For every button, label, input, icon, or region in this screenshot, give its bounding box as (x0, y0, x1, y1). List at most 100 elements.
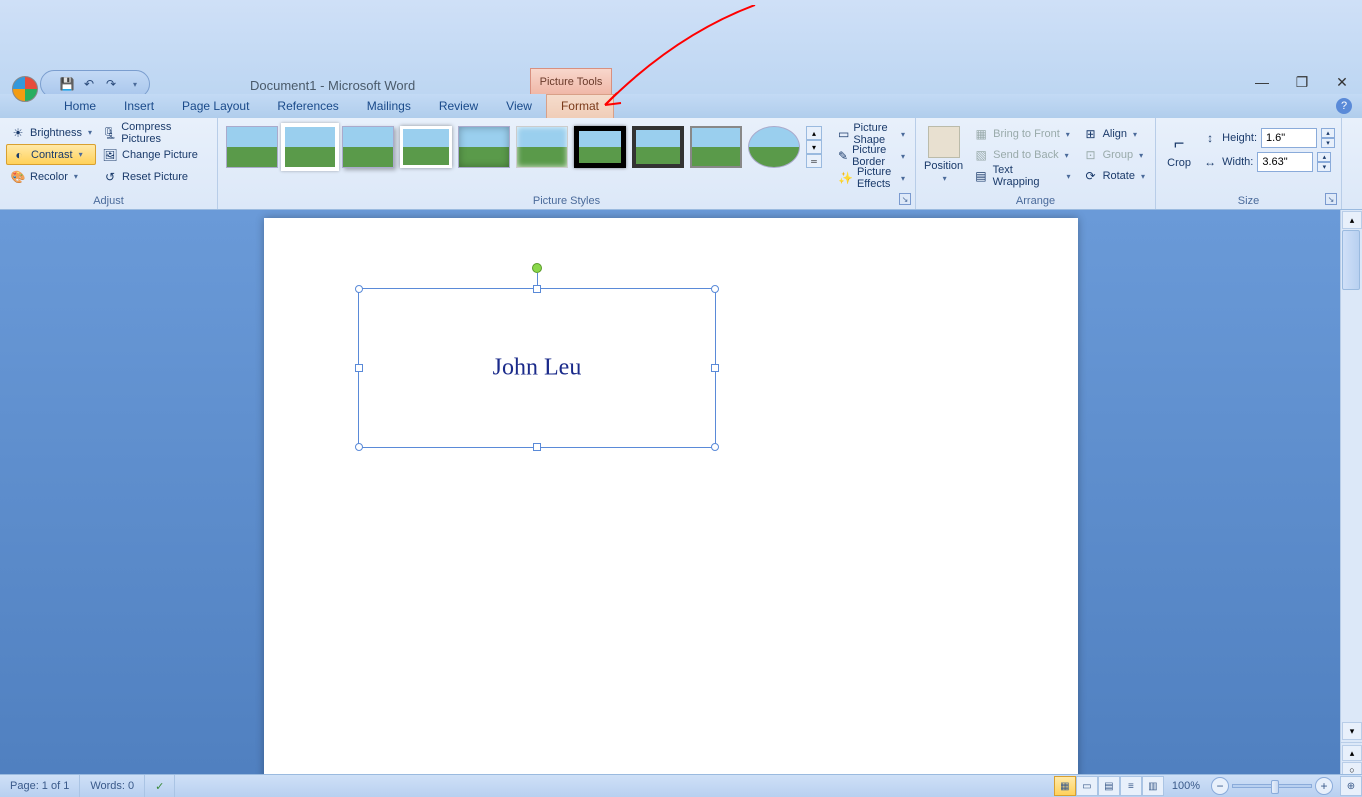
handle-s[interactable] (533, 443, 541, 451)
send-back-icon: ▧ (973, 147, 989, 163)
chevron-down-icon: ▾ (901, 152, 905, 161)
window-controls: — ❐ ✕ (1252, 72, 1352, 92)
minimize-button[interactable]: — (1252, 72, 1272, 92)
brightness-button[interactable]: ☀Brightness▾ (6, 122, 96, 143)
zoom-level[interactable]: 100% (1164, 780, 1208, 792)
height-input[interactable] (1261, 128, 1317, 148)
handle-sw[interactable] (355, 443, 363, 451)
style-thumb-10[interactable] (748, 126, 800, 168)
gallery-down-button[interactable]: ▾ (806, 140, 822, 154)
word-count[interactable]: Words: 0 (80, 775, 145, 797)
page-status[interactable]: Page: 1 of 1 (0, 775, 80, 797)
qat-customize-icon[interactable]: ▾ (127, 76, 143, 92)
align-icon: ⊞ (1083, 126, 1099, 142)
change-picture-button[interactable]: 🖼Change Picture (98, 144, 211, 165)
outline-view[interactable]: ≡ (1120, 776, 1142, 796)
height-up[interactable]: ▴ (1321, 128, 1335, 138)
gallery-scroll: ▴ ▾ ═ (806, 126, 822, 168)
handle-e[interactable] (711, 364, 719, 372)
undo-icon[interactable]: ↶ (81, 76, 97, 92)
scroll-up-button[interactable]: ▴ (1342, 211, 1362, 229)
height-down[interactable]: ▾ (1321, 138, 1335, 148)
position-button[interactable]: Position ▾ (922, 124, 965, 186)
scroll-down-button[interactable]: ▾ (1342, 722, 1362, 740)
style-thumb-4[interactable] (400, 126, 452, 168)
picture-shape-button[interactable]: ▭Picture Shape▾ (834, 124, 909, 144)
crop-button[interactable]: ⌐ Crop (1162, 131, 1196, 169)
picture-border-button[interactable]: ✎Picture Border▾ (834, 146, 909, 166)
style-thumb-1[interactable] (226, 126, 278, 168)
styles-dialog-launcher[interactable]: ↘ (899, 193, 911, 205)
zoom-slider[interactable] (1232, 784, 1312, 788)
bring-to-front-button[interactable]: ▦Bring to Front▾ (969, 124, 1074, 144)
zoom-in-button[interactable]: + (1315, 777, 1333, 795)
scroll-thumb[interactable] (1342, 230, 1360, 290)
size-dialog-launcher[interactable]: ↘ (1325, 193, 1337, 205)
draft-view[interactable]: ▥ (1142, 776, 1164, 796)
contrast-button[interactable]: ◐Contrast▾ (6, 144, 96, 165)
scroll-track[interactable] (1341, 291, 1362, 721)
send-to-back-button[interactable]: ▧Send to Back▾ (969, 145, 1074, 165)
full-screen-view[interactable]: ▭ (1076, 776, 1098, 796)
maximize-button[interactable]: ❐ (1292, 72, 1312, 92)
help-icon[interactable]: ? (1336, 98, 1352, 114)
width-input[interactable] (1257, 152, 1313, 172)
picture-effects-button[interactable]: ✨Picture Effects▾ (834, 168, 909, 188)
redo-icon[interactable]: ↷ (103, 76, 119, 92)
print-layout-view[interactable]: ▦ (1054, 776, 1076, 796)
style-thumb-7[interactable] (574, 126, 626, 168)
style-thumb-6[interactable] (516, 126, 568, 168)
style-thumb-3[interactable] (342, 126, 394, 168)
tab-page-layout[interactable]: Page Layout (168, 94, 263, 118)
vertical-scrollbar: ▴ ▾ ▴ ○ ▾ (1340, 210, 1362, 774)
compress-icon: 🗜 (102, 125, 117, 141)
zoom-out-button[interactable]: − (1211, 777, 1229, 795)
handle-nw[interactable] (355, 285, 363, 293)
height-label: Height: (1222, 132, 1257, 144)
style-thumb-8[interactable] (632, 126, 684, 168)
handle-ne[interactable] (711, 285, 719, 293)
style-thumb-9[interactable] (690, 126, 742, 168)
width-label: Width: (1222, 156, 1253, 168)
group-button[interactable]: ⊡Group▾ (1079, 145, 1149, 165)
width-up[interactable]: ▴ (1317, 152, 1331, 162)
rotate-button[interactable]: ⟳Rotate▾ (1079, 166, 1149, 186)
tab-format[interactable]: Format (546, 94, 614, 118)
save-icon[interactable]: 💾 (59, 76, 75, 92)
recolor-button[interactable]: 🎨Recolor▾ (6, 166, 96, 187)
reset-picture-button[interactable]: ↺Reset Picture (98, 166, 211, 187)
zoom-slider-thumb[interactable] (1271, 780, 1279, 794)
selected-picture[interactable]: John Leu (358, 288, 716, 448)
handle-se[interactable] (711, 443, 719, 451)
picture-style-gallery: ▴ ▾ ═ (224, 122, 824, 172)
style-thumb-2[interactable] (284, 126, 336, 168)
zoom-fit-button[interactable]: ⊕ (1340, 776, 1362, 796)
group-label-styles: Picture Styles (218, 195, 915, 207)
gallery-up-button[interactable]: ▴ (806, 126, 822, 140)
gallery-more-button[interactable]: ═ (806, 154, 822, 168)
proofing-button[interactable]: ✓ (145, 775, 175, 797)
width-down[interactable]: ▾ (1317, 162, 1331, 172)
office-button[interactable] (12, 76, 38, 102)
compress-pictures-button[interactable]: 🗜Compress Pictures (98, 122, 211, 143)
close-button[interactable]: ✕ (1332, 72, 1352, 92)
text-wrapping-button[interactable]: ▤Text Wrapping▾ (969, 166, 1074, 186)
titlebar (0, 0, 1362, 94)
tab-review[interactable]: Review (425, 94, 492, 118)
web-layout-view[interactable]: ▤ (1098, 776, 1120, 796)
group-size: ⌐ Crop ↕ Height: ▴▾ ↔ Width: ▴▾ Size ↘ (1156, 118, 1342, 209)
tab-references[interactable]: References (263, 94, 352, 118)
tab-home[interactable]: Home (50, 94, 110, 118)
rotation-handle[interactable] (532, 263, 542, 273)
handle-n[interactable] (533, 285, 541, 293)
height-icon: ↕ (1202, 130, 1218, 146)
handle-w[interactable] (355, 364, 363, 372)
prev-page-button[interactable]: ▴ (1342, 745, 1362, 761)
tab-view[interactable]: View (492, 94, 546, 118)
document-page[interactable]: John Leu (264, 218, 1078, 774)
align-button[interactable]: ⊞Align▾ (1079, 124, 1149, 144)
ribbon: ☀Brightness▾ ◐Contrast▾ 🎨Recolor▾ 🗜Compr… (0, 118, 1362, 210)
style-thumb-5[interactable] (458, 126, 510, 168)
tab-insert[interactable]: Insert (110, 94, 168, 118)
tab-mailings[interactable]: Mailings (353, 94, 425, 118)
